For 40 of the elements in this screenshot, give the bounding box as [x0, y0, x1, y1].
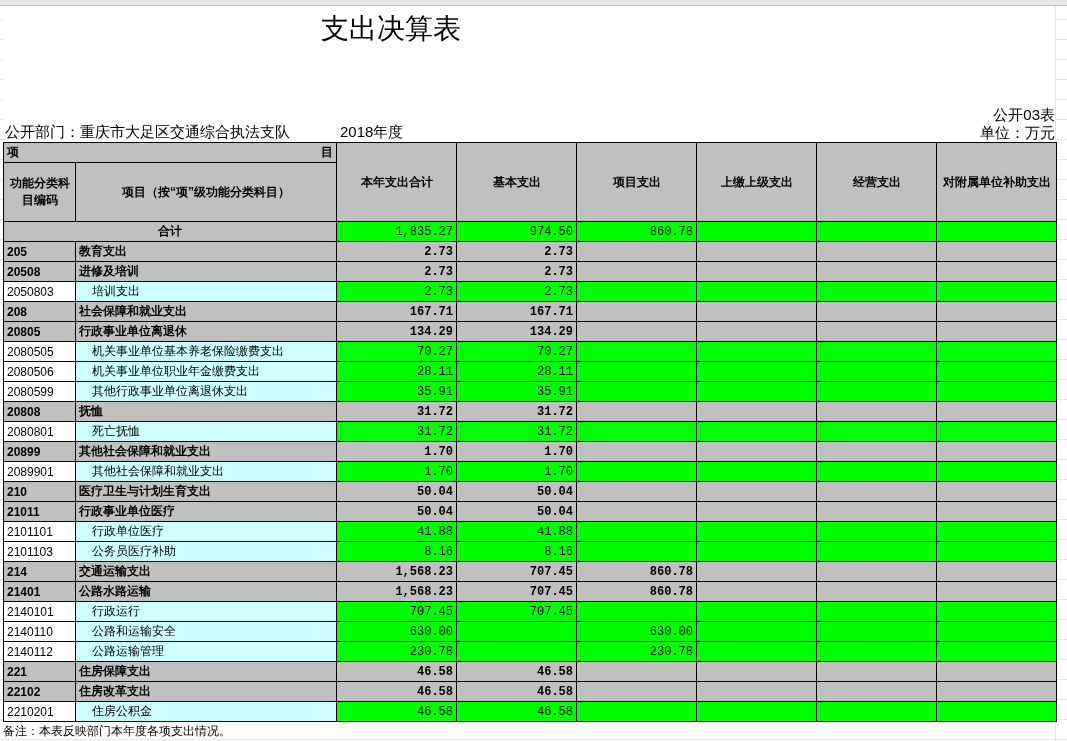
sheet-title: 支出决算表: [320, 12, 462, 46]
year-label: 2018年度: [340, 123, 404, 142]
header-cell: 项目（按“项”级功能分类科目）: [75, 162, 337, 222]
code-cell: 2101101: [3, 521, 76, 542]
code-cell: 2140112: [3, 641, 76, 662]
header-cell: 功能分类科目编码: [3, 162, 76, 222]
code-cell: 22102: [3, 681, 76, 702]
code-cell: 210: [3, 481, 76, 502]
code-cell: 2089901: [3, 461, 76, 482]
code-cell: 205: [3, 241, 76, 262]
code-cell: 20808: [3, 401, 76, 422]
footnote: 备注：本表反映部门本年度各项支出情况。: [3, 723, 232, 740]
code-cell: 20805: [3, 321, 76, 342]
code-cell: 2101103: [3, 541, 76, 562]
header-cell: 基本支出: [456, 142, 577, 222]
header-cell: 上缴上级支出: [696, 142, 817, 222]
code-cell: 2050803: [3, 281, 76, 302]
total-label-cell: 合计: [3, 221, 337, 242]
code-cell: 208: [3, 301, 76, 322]
code-cell: 20508: [3, 261, 76, 282]
header-cell: 经营支出: [816, 142, 937, 222]
code-cell: 2140101: [3, 601, 76, 622]
code-cell: 2080599: [3, 381, 76, 402]
code-cell: 221: [3, 661, 76, 682]
code-cell: 2210201: [3, 701, 76, 722]
code-cell: 21401: [3, 581, 76, 602]
code-cell: 20899: [3, 441, 76, 462]
department-label: 公开部门：重庆市大足区交通综合执法支队: [5, 123, 290, 142]
code-cell: 2080506: [3, 361, 76, 382]
code-cell: 2080801: [3, 421, 76, 442]
header-cell: 项 目: [3, 142, 337, 163]
code-cell: 214: [3, 561, 76, 582]
code-cell: 2140110: [3, 621, 76, 642]
code-cell: 2080505: [3, 341, 76, 362]
code-cell: 21011: [3, 501, 76, 522]
unit-label: 单位：万元: [980, 124, 1055, 142]
form-number: 公开03表: [993, 106, 1055, 124]
header-cell: 本年支出合计: [336, 142, 457, 222]
header-cell: 对附属单位补助支出: [936, 142, 1057, 222]
header-cell: 项目支出: [576, 142, 697, 222]
